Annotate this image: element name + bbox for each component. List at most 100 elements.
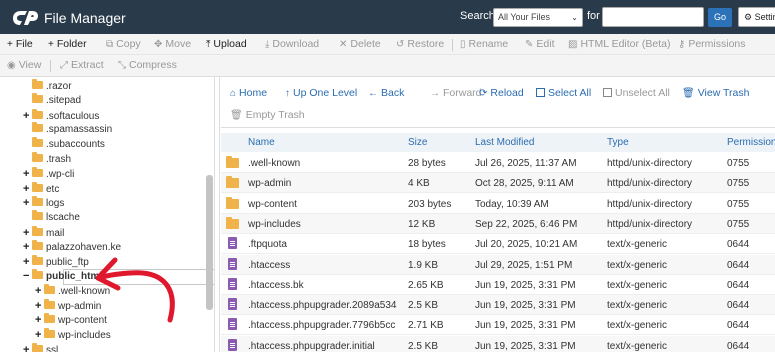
file-type: text/x-generic (607, 320, 668, 332)
unselect-all-button[interactable]: Unselect All (603, 87, 670, 99)
expand-icon[interactable]: + (35, 285, 44, 297)
up-one-level-button[interactable]: ↑ Up One Level (285, 87, 357, 99)
copy-button[interactable]: ⧉ Copy (106, 38, 141, 50)
new-file-button[interactable]: + File (7, 38, 33, 50)
table-row[interactable]: wp-admin 4 KB Oct 28, 2025, 9:11 AM httpd/u… (221, 173, 775, 194)
file-name: .htaccess.phpupgrader.initial (248, 340, 375, 352)
select-all-button[interactable]: Select All (536, 87, 591, 99)
permissions-button[interactable]: ⚷ Permissions (678, 38, 746, 50)
table-row[interactable]: .well-known 28 bytes Jul 26, 2025, 11:37 A… (221, 153, 775, 173)
file-type: text/x-generic (607, 259, 668, 271)
extract-button[interactable]: ⤢ Extract (60, 59, 104, 71)
folder-icon (226, 196, 239, 209)
upload-button[interactable]: ⤒ Upload (206, 38, 247, 50)
folder-icon (32, 182, 43, 192)
file-size: 28 bytes (408, 158, 446, 169)
restore-button[interactable]: ↺ Restore (396, 38, 444, 50)
edit-button[interactable]: ✎ Edit (525, 38, 554, 50)
forward-button[interactable]: → Forward (430, 87, 482, 99)
tree-item[interactable]: + etc (23, 182, 59, 198)
tree-item[interactable]: + ssl (23, 343, 58, 352)
view-trash-button[interactable]: 🗑 View Trash (682, 87, 749, 99)
collapse-icon[interactable]: − (23, 270, 32, 282)
expand-icon[interactable]: + (35, 314, 44, 326)
expand-icon[interactable]: + (23, 241, 32, 253)
file-modified: Oct 28, 2025, 9:11 AM (475, 178, 574, 190)
tree-item[interactable]: .trash (23, 152, 71, 169)
tree-item[interactable]: .razor (23, 79, 72, 96)
table-row[interactable]: .htaccess.bk 2.65 KB Jun 19, 2025, 3:31 PM… (221, 275, 775, 295)
tree-scrollbar[interactable] (206, 175, 213, 310)
folder-icon (44, 328, 55, 338)
home-button[interactable]: ⌂ Home (230, 87, 267, 99)
tree-item[interactable]: + logs (23, 196, 64, 212)
file-type: text/x-generic (607, 300, 668, 312)
new-folder-button[interactable]: + Folder (48, 38, 87, 50)
expand-icon[interactable]: + (23, 197, 32, 209)
column-permissions[interactable]: Permissions (727, 137, 775, 148)
annotation-arrow-icon (95, 257, 175, 323)
folder-icon (32, 226, 43, 236)
download-button[interactable]: ⤓ Download (265, 38, 319, 50)
copy-icon: ⧉ (106, 39, 114, 50)
file-name: wp-content (248, 198, 297, 210)
expand-icon[interactable]: + (35, 329, 44, 341)
back-button[interactable]: ← Back (368, 87, 404, 99)
panel-divider (219, 77, 220, 352)
search-label: Search (460, 10, 495, 22)
settings-button[interactable]: ⚙ Settings (738, 7, 775, 27)
checkbox-icon (603, 88, 612, 97)
html-editor-button[interactable]: ▨ HTML Editor (Beta) (568, 38, 671, 50)
file-size: 2.71 KB (408, 320, 444, 332)
table-row[interactable]: .htaccess.phpupgrader.2089a534 2.5 KB Jun … (221, 295, 775, 316)
column-name[interactable]: Name (248, 137, 275, 148)
table-row[interactable]: .ftpquota 18 bytes Jul 20, 2025, 10:21 AM t… (221, 234, 775, 255)
secondary-toolbar: ◉ View ⤢ Extract ⤡ Compress (0, 55, 775, 77)
file-type: httpd/unix-directory (607, 218, 693, 230)
column-size[interactable]: Size (408, 137, 427, 148)
search-input[interactable] (602, 7, 704, 27)
table-row[interactable]: wp-content 203 bytes Today, 10:39 AM httpd/… (221, 194, 775, 214)
file-name: .htaccess.phpupgrader.2089a534 (248, 300, 397, 312)
go-button[interactable]: Go (708, 8, 732, 27)
expand-icon[interactable]: + (35, 300, 44, 312)
reload-button[interactable]: ⟳ Reload (479, 87, 524, 99)
table-row[interactable]: .htaccess.phpupgrader.initial 2.5 KB Jun 1… (221, 335, 775, 352)
tree-item[interactable]: + mail (23, 226, 64, 242)
expand-icon[interactable]: + (23, 168, 32, 180)
table-row[interactable]: .htaccess 1.9 KB Jul 29, 2025, 1:51 PM text… (221, 254, 775, 275)
tree-item[interactable]: .sitepad (23, 93, 81, 110)
compress-button[interactable]: ⤡ Compress (118, 59, 177, 71)
compress-icon: ⤡ (118, 60, 126, 71)
delete-icon: ✕ (339, 39, 348, 50)
file-icon (228, 237, 237, 250)
empty-trash-button[interactable]: 🗑 Empty Trash (230, 109, 305, 121)
reload-icon: ⟳ (479, 88, 488, 99)
search-scope-select[interactable]: All Your Files ⌄ (493, 8, 583, 27)
expand-icon[interactable]: + (23, 256, 32, 268)
delete-button[interactable]: ✕ Delete (339, 38, 381, 50)
file-type: text/x-generic (607, 340, 668, 352)
rename-button[interactable]: ▯ Rename (460, 38, 508, 50)
view-button[interactable]: ◉ View (7, 59, 41, 71)
upload-icon: ⤒ (206, 39, 211, 50)
tree-item[interactable]: + .wp-cli (23, 167, 74, 183)
column-modified[interactable]: Last Modified (475, 137, 534, 148)
html-editor-icon: ▨ (568, 39, 578, 50)
expand-icon[interactable]: + (23, 344, 32, 352)
table-row[interactable]: .htaccess.phpupgrader.7796b5cc 2.71 KB Jun… (221, 315, 775, 336)
column-type[interactable]: Type (607, 137, 629, 148)
move-button[interactable]: ✥ Move (154, 38, 191, 50)
file-icon (228, 257, 237, 270)
tree-item[interactable]: + wp-includes (35, 328, 111, 344)
file-modified: Today, 10:39 AM (475, 198, 549, 210)
expand-icon[interactable]: + (23, 110, 32, 122)
expand-icon[interactable]: + (23, 227, 32, 239)
table-row[interactable]: wp-includes 12 KB Sep 22, 2025, 6:46 PM htt… (221, 213, 775, 234)
file-permissions: 0644 (727, 340, 750, 352)
plus-icon: + (48, 39, 54, 50)
file-size: 2.5 KB (408, 300, 439, 312)
expand-icon[interactable]: + (23, 183, 32, 195)
restore-icon: ↺ (396, 39, 405, 50)
file-name: .htaccess (248, 259, 291, 271)
